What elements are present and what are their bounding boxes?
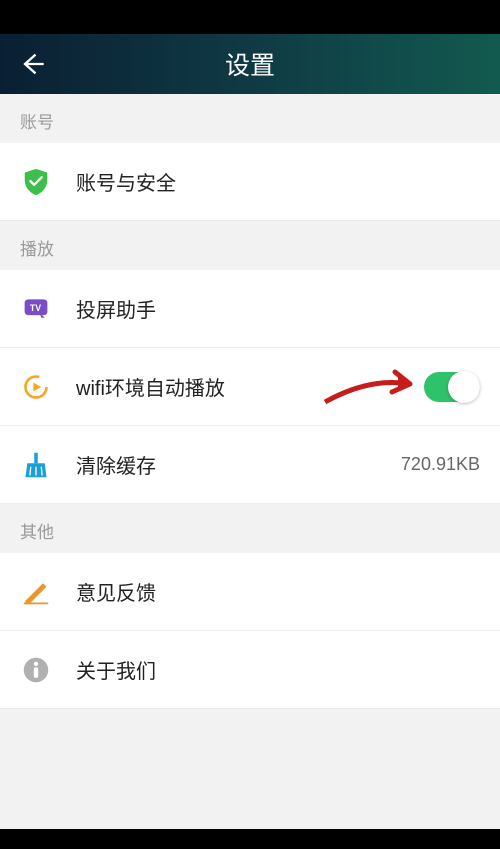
arrow-left-icon — [18, 50, 46, 78]
row-label: 关于我们 — [76, 655, 480, 684]
row-label: wifi环境自动播放 — [76, 372, 424, 401]
section-header-account: 账号 — [0, 94, 500, 143]
svg-text:TV: TV — [30, 302, 41, 312]
row-about[interactable]: 关于我们 — [0, 631, 500, 709]
row-label: 意见反馈 — [76, 577, 480, 606]
row-cast-helper[interactable]: TV 投屏助手 — [0, 270, 500, 348]
row-account-security[interactable]: 账号与安全 — [0, 143, 500, 221]
cast-icon: TV — [20, 293, 52, 325]
bottom-bar — [0, 829, 500, 849]
row-wifi-autoplay: wifi环境自动播放 — [0, 348, 500, 426]
autoplay-icon — [20, 371, 52, 403]
broom-icon — [20, 449, 52, 481]
row-label: 投屏助手 — [76, 294, 480, 323]
toggle-knob — [448, 371, 480, 403]
section-header-other: 其他 — [0, 504, 500, 553]
wifi-autoplay-toggle[interactable] — [424, 372, 480, 402]
app-header: 设置 — [0, 34, 500, 94]
row-label: 账号与安全 — [76, 167, 480, 196]
status-bar — [0, 0, 500, 34]
info-icon — [20, 654, 52, 686]
row-label: 清除缓存 — [76, 450, 401, 479]
cache-size-value: 720.91KB — [401, 454, 480, 475]
back-button[interactable] — [8, 34, 56, 94]
shield-icon — [20, 166, 52, 198]
page-title: 设置 — [225, 46, 275, 82]
row-feedback[interactable]: 意见反馈 — [0, 553, 500, 631]
row-clear-cache[interactable]: 清除缓存 720.91KB — [0, 426, 500, 504]
section-header-playback: 播放 — [0, 221, 500, 270]
pencil-icon — [20, 576, 52, 608]
